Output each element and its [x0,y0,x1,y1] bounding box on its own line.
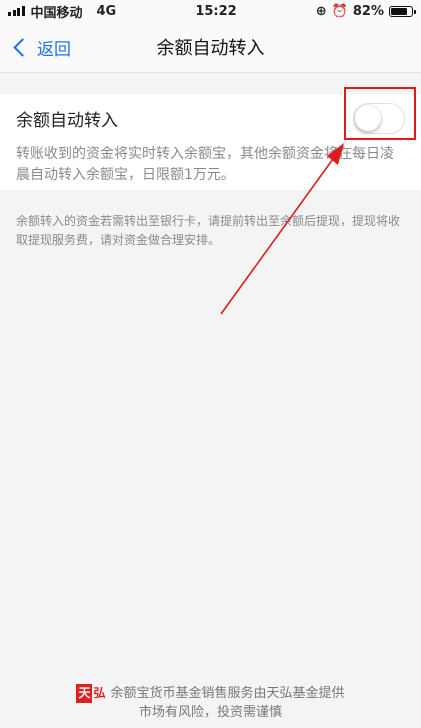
footer-disclaimer: 天弘 余额宝货币基金销售服务由天弘基金提供 市场有风险，投资需谨慎 [0,684,421,722]
annotation-arrow [220,143,344,315]
tianhong-logo: 天弘 [76,684,106,703]
footer-line-1: 余额宝货币基金销售服务由天弘基金提供 [110,686,345,701]
footer-line-2: 市场有风险，投资需谨慎 [138,705,282,720]
